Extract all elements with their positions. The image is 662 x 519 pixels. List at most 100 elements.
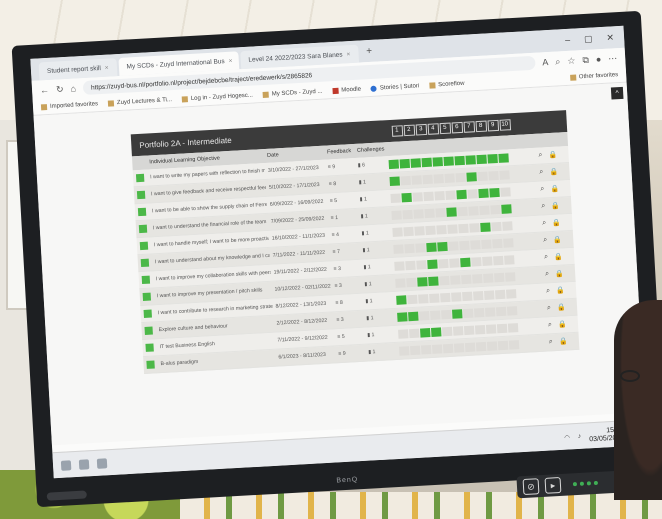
more-icon[interactable]: ⋯	[608, 53, 618, 64]
minimize-icon[interactable]: –	[565, 34, 571, 45]
maximize-icon[interactable]: ▢	[584, 33, 593, 44]
search-icon[interactable]: ⌕	[544, 253, 548, 261]
zoom-icon[interactable]: ⌕	[555, 56, 561, 67]
level-cell	[491, 221, 502, 231]
objective-cell[interactable]: I want to write my papers with reflectio…	[147, 168, 265, 181]
refresh-icon[interactable]: ↻	[56, 84, 64, 95]
objective-cell[interactable]: I want to handle myself; I want to be mo…	[151, 236, 269, 249]
level-cell	[406, 277, 417, 287]
bookmark-item[interactable]: Log in - Zuyd Hogesc...	[181, 93, 253, 103]
bookmark-item[interactable]: Zuyd Lectures & Ti...	[107, 97, 172, 107]
power-icon[interactable]: ⊘	[522, 478, 540, 496]
search-icon[interactable]: ⌕	[547, 304, 551, 312]
chevron-up-icon[interactable]: ^	[610, 86, 624, 100]
lock-icon[interactable]: 🔒	[549, 168, 558, 176]
collections-icon[interactable]: ⧉	[582, 54, 589, 65]
back-icon[interactable]: ←	[40, 85, 50, 95]
level-cell	[446, 206, 457, 217]
other-favorites[interactable]: Other favorites	[569, 72, 618, 81]
level-cell	[452, 325, 464, 336]
objective-cell[interactable]: I want to understand the financial role …	[150, 219, 268, 232]
lock-icon[interactable]: 🔒	[550, 185, 559, 193]
favorite-icon[interactable]: ☆	[567, 55, 576, 66]
feedback-cell: ≡ 9	[338, 350, 346, 358]
level-cell	[496, 323, 508, 333]
profile-icon[interactable]: ●	[596, 54, 602, 64]
bookmark-item[interactable]: Stories | Sutori	[370, 83, 419, 92]
lock-icon[interactable]: 🔒	[558, 320, 567, 328]
bookmark-item[interactable]: Scoreflow	[429, 81, 465, 89]
search-icon[interactable]: ⌕	[545, 270, 549, 278]
objective-cell[interactable]: I want to contribute to research in mark…	[155, 304, 273, 317]
objective-cell[interactable]: I want to give feedback and receive resp…	[148, 185, 266, 198]
status-flag	[136, 190, 146, 200]
lock-icon[interactable]: 🔒	[559, 337, 568, 345]
lock-icon[interactable]: 🔒	[553, 236, 562, 244]
level-cell	[453, 342, 465, 353]
feedback-cell: ≡ 3	[333, 265, 342, 273]
level-cell	[464, 342, 476, 352]
objective-cell[interactable]: B-alus paradigm	[157, 355, 275, 368]
search-icon[interactable]: ⌕	[541, 202, 545, 210]
bookmark-item[interactable]: My SCDs - Zuyd ...	[262, 89, 323, 98]
row-actions: ⌕ 🔒	[536, 184, 570, 194]
home-icon[interactable]: ⌂	[70, 83, 76, 93]
lock-icon[interactable]: 🔒	[554, 253, 563, 261]
input-icon[interactable]: ▸	[544, 476, 562, 494]
level-cell	[465, 154, 476, 165]
date-cell: 19/11/2022 - 2/12/2022	[273, 266, 328, 276]
objective-cell[interactable]: I want to understand about my knowledge …	[152, 253, 270, 266]
search-icon[interactable]: ⌕	[546, 287, 550, 295]
app-icon[interactable]	[78, 458, 90, 470]
close-icon[interactable]: ×	[228, 57, 232, 64]
new-tab-icon[interactable]: +	[360, 45, 378, 57]
objective-cell[interactable]: I want to be able to show the supply cha…	[149, 202, 267, 215]
objective-cell[interactable]: I want to improve my collaboration skill…	[153, 270, 271, 283]
close-window-icon[interactable]: ✕	[606, 32, 614, 43]
challenges-cell: ▮ 1	[367, 332, 375, 339]
app-icon[interactable]	[96, 457, 108, 469]
portfolio-title: Portfolio 2A - Intermediate	[139, 135, 232, 150]
level-cell	[504, 271, 516, 282]
search-icon[interactable]: ⌕	[549, 338, 553, 346]
level-cell	[470, 239, 481, 250]
level-cell	[455, 172, 466, 182]
level-cell	[391, 209, 402, 220]
level-cell	[454, 155, 465, 165]
level-cell	[395, 277, 406, 288]
level-cell	[426, 242, 437, 252]
search-icon[interactable]: ⌕	[542, 219, 546, 227]
level-cell	[439, 275, 450, 285]
lock-icon[interactable]: 🔒	[548, 151, 557, 159]
search-icon[interactable]: ⌕	[543, 236, 547, 244]
status-flag	[144, 326, 153, 335]
date-cell: 6/09/2022 - 16/09/2022	[269, 198, 324, 208]
level-cell	[485, 323, 497, 334]
level-cell	[490, 204, 501, 214]
lock-icon[interactable]: 🔒	[557, 303, 566, 311]
bookmark-item[interactable]: Imported favorites	[40, 101, 98, 111]
person	[614, 300, 662, 500]
search-icon[interactable]: ⌕	[548, 321, 552, 329]
level-cell	[440, 292, 451, 302]
volume-icon[interactable]: ♪	[578, 433, 582, 440]
search-icon[interactable]: ⌕	[539, 168, 543, 176]
start-icon[interactable]	[60, 459, 72, 471]
read-aloud-icon[interactable]: A	[542, 57, 549, 67]
lock-icon[interactable]: 🔒	[552, 219, 561, 227]
search-icon[interactable]: ⌕	[540, 185, 544, 193]
close-icon[interactable]: ×	[105, 64, 109, 71]
lock-icon[interactable]: 🔒	[551, 202, 560, 210]
lock-icon[interactable]: 🔒	[555, 269, 564, 277]
objective-cell[interactable]: IT test Business English	[156, 338, 274, 351]
level-cell	[419, 327, 431, 338]
wifi-icon[interactable]: ◠	[564, 433, 570, 441]
bookmark-item[interactable]: Moodle	[332, 87, 361, 95]
objective-cell[interactable]: I want to improve my presentation / pitc…	[154, 287, 272, 300]
lock-icon[interactable]: 🔒	[556, 286, 565, 294]
objective-cell[interactable]: Explore culture and behaviour	[156, 321, 274, 334]
level-cell	[409, 345, 421, 355]
close-icon[interactable]: ×	[346, 51, 350, 58]
feedback-cell: ≡ 5	[329, 198, 338, 205]
search-icon[interactable]: ⌕	[538, 151, 542, 159]
